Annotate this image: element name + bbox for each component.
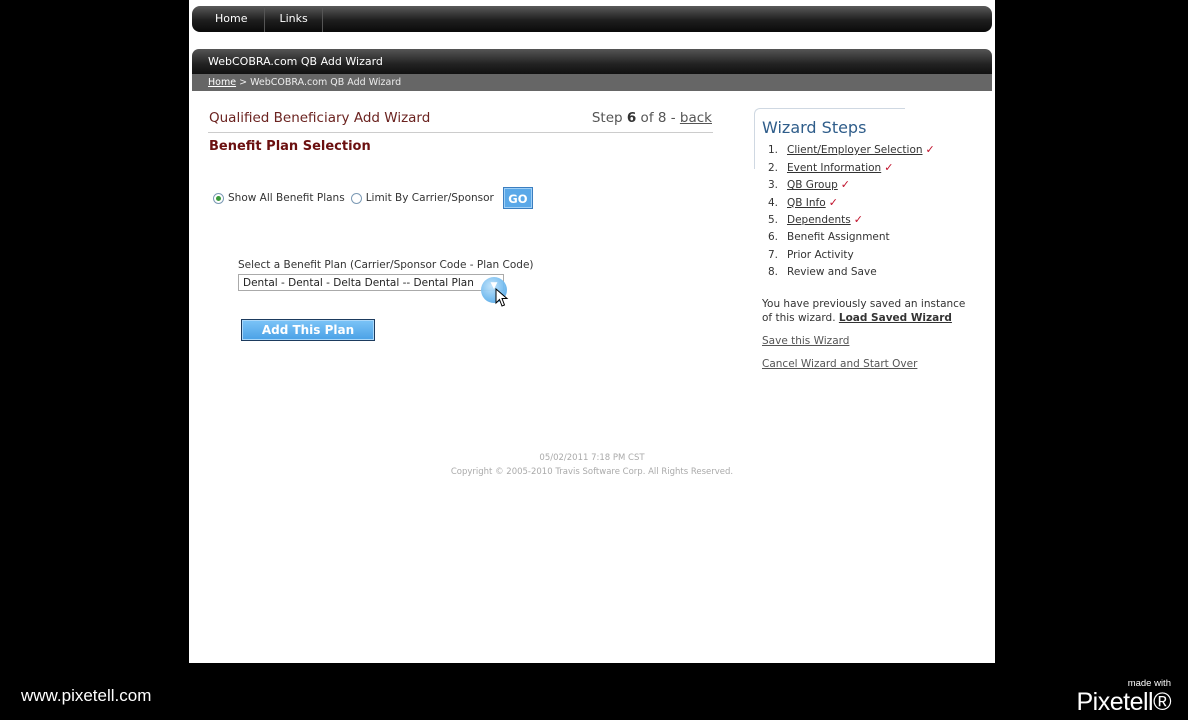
breadcrumb-separator: > — [236, 77, 251, 88]
cancel-wizard-link[interactable]: Cancel Wizard and Start Over — [762, 358, 917, 370]
saved-instance-note: You have previously saved an instance of… — [762, 297, 967, 325]
step-item: 1. Client/Employer Selection ✓ — [768, 143, 935, 156]
pixetell-logo: Pixetell® — [1076, 688, 1171, 716]
benefit-plan-select[interactable]: Dental - Dental - Delta Dental -- Dental… — [238, 274, 504, 291]
step-item: 5. Dependents ✓ — [768, 213, 863, 227]
pixetell-url: www.pixetell.com — [21, 686, 152, 705]
check-icon: ✓ — [884, 160, 894, 174]
step-item: 2. Event Information ✓ — [768, 160, 894, 174]
show-all-label[interactable]: Show All Benefit Plans — [228, 192, 345, 204]
check-icon: ✓ — [840, 178, 850, 192]
step-item: 4. QB Info ✓ — [768, 195, 838, 209]
limit-carrier-radio[interactable] — [350, 192, 362, 204]
step-label-review-save: Review and Save — [787, 266, 877, 279]
limit-carrier-label[interactable]: Limit By Carrier/Sponsor — [366, 192, 494, 204]
wizard-steps-panel: Wizard Steps 1. Client/Employer Selection… — [754, 108, 979, 378]
breadcrumb: Home > WebCOBRA.com QB Add Wizard — [192, 74, 992, 91]
add-this-plan-button[interactable]: Add This Plan — [241, 319, 375, 341]
show-all-radio[interactable] — [213, 192, 224, 204]
step-item: 3. QB Group ✓ — [768, 178, 850, 192]
footer-copyright: Copyright © 2005-2010 Travis Software Co… — [450, 467, 734, 477]
go-button[interactable]: GO — [502, 187, 533, 209]
check-icon: ✓ — [853, 213, 863, 227]
step-link-client-employer[interactable]: Client/Employer Selection — [787, 144, 923, 156]
top-nav-bar: Home Links — [192, 6, 992, 32]
step-label-prior-activity: Prior Activity — [787, 248, 854, 261]
browser-page: Home Links WebCOBRA.com QB Add Wizard Ho… — [189, 0, 995, 663]
title-divider — [208, 132, 713, 133]
section-title: Benefit Plan Selection — [209, 139, 371, 154]
step-link-qb-group[interactable]: QB Group — [787, 179, 838, 191]
check-icon: ✓ — [828, 195, 838, 209]
breadcrumb-home-link[interactable]: Home — [208, 77, 236, 88]
step-item: 8. Review and Save — [768, 266, 877, 279]
step-item: 6. Benefit Assignment — [768, 230, 890, 243]
step-prefix: Step — [591, 110, 627, 126]
plan-select-label: Select a Benefit Plan (Carrier/Sponsor C… — [238, 259, 534, 271]
step-item: 7. Prior Activity — [768, 248, 854, 261]
footer-timestamp: 05/02/2011 7:18 PM CST — [539, 453, 645, 463]
back-link[interactable]: back — [680, 110, 712, 126]
check-icon: ✓ — [925, 143, 935, 156]
nav-links-button[interactable]: Links — [265, 6, 323, 32]
wizard-title: Qualified Beneficiary Add Wizard — [209, 110, 431, 126]
nav-home-button[interactable]: Home — [192, 6, 266, 32]
wizard-steps-list: 1. Client/Employer Selection ✓ 2. Event Inf… — [768, 141, 935, 282]
step-current: 6 — [626, 110, 637, 126]
breadcrumb-current: WebCOBRA.com QB Add Wizard — [250, 77, 402, 88]
load-saved-wizard-link[interactable]: Load Saved Wizard — [839, 312, 952, 324]
plan-filter-row: Show All Benefit Plans Limit By Carrier/… — [213, 186, 533, 210]
page-title-bar: WebCOBRA.com QB Add Wizard — [192, 49, 992, 74]
step-total: of 8 - — [636, 110, 680, 126]
page-title: WebCOBRA.com QB Add Wizard — [208, 55, 383, 68]
step-link-qb-info[interactable]: QB Info — [787, 197, 826, 209]
step-label-benefit-assignment: Benefit Assignment — [787, 230, 890, 243]
wizard-steps-title: Wizard Steps — [762, 118, 867, 137]
step-link-dependents[interactable]: Dependents — [787, 214, 851, 226]
step-indicator: Step 6 of 8 - back — [592, 110, 712, 126]
save-wizard-link[interactable]: Save this Wizard — [762, 335, 849, 347]
step-link-event-information[interactable]: Event Information — [787, 162, 881, 174]
